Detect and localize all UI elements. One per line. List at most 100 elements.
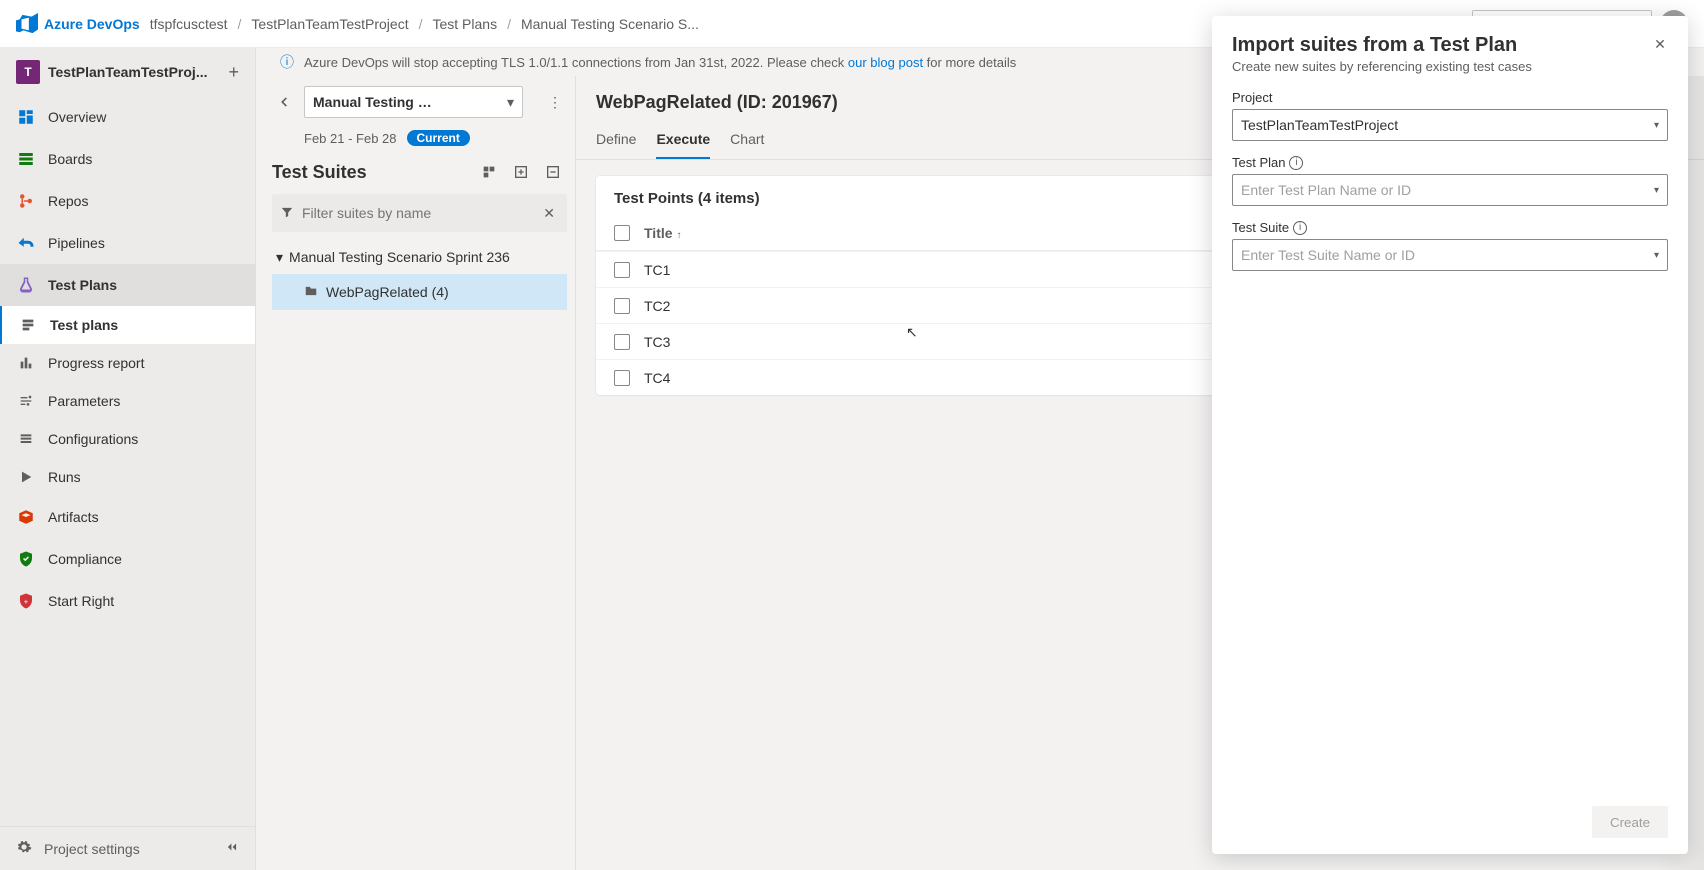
project-picker[interactable]: T TestPlanTeamTestProj... + — [0, 48, 255, 96]
breadcrumb-sep: / — [238, 16, 242, 32]
add-project-icon[interactable]: + — [228, 63, 239, 81]
chevron-down-icon: ▾ — [1654, 185, 1659, 196]
filter-icon — [280, 205, 294, 222]
plan-more-button[interactable]: ⋮ — [543, 86, 567, 118]
clear-filter-icon[interactable]: ✕ — [539, 201, 559, 226]
breadcrumb-project[interactable]: TestPlanTeamTestProject — [251, 16, 408, 32]
sidebar-item-label: Runs — [48, 469, 81, 485]
project-combo-value: TestPlanTeamTestProject — [1241, 117, 1398, 133]
info-bar-link[interactable]: our blog post — [848, 55, 923, 70]
create-button[interactable]: Create — [1592, 806, 1668, 838]
sort-asc-icon: ↑ — [677, 230, 682, 241]
subnav-runs[interactable]: Runs — [0, 458, 255, 496]
runs-icon — [16, 467, 36, 487]
import-suites-flyout: ✕ Import suites from a Test Plan Create … — [1212, 16, 1688, 854]
subnav-configurations[interactable]: Configurations — [0, 420, 255, 458]
chevron-down-icon: ▾ — [1654, 250, 1659, 261]
sidebar-item-label: Repos — [48, 193, 88, 209]
suite-root-item[interactable]: ▾ Manual Testing Scenario Sprint 236 — [272, 240, 567, 274]
folder-icon — [304, 284, 318, 301]
test-suite-field-label: Test Suite i — [1232, 220, 1668, 235]
back-button[interactable] — [272, 90, 296, 114]
row-checkbox[interactable] — [614, 370, 630, 386]
chevron-down-icon: ▾ — [507, 94, 514, 111]
sidebar-item-test-plans[interactable]: Test Plans — [0, 264, 255, 306]
breadcrumb-sep: / — [507, 16, 511, 32]
sidebar: T TestPlanTeamTestProj... + Overview Boa… — [0, 48, 256, 870]
row-checkbox[interactable] — [614, 262, 630, 278]
sidebar-footer: Project settings — [0, 826, 255, 870]
collapse-sidebar-icon[interactable] — [225, 840, 239, 857]
test-plan-field-label: Test Plan i — [1232, 155, 1668, 170]
project-name-label: TestPlanTeamTestProj... — [48, 64, 208, 80]
repos-icon — [16, 191, 36, 211]
test-suite-placeholder: Enter Test Suite Name or ID — [1241, 247, 1415, 263]
info-icon[interactable]: i — [1293, 221, 1307, 235]
sidebar-item-label: Pipelines — [48, 235, 105, 251]
sidebar-item-pipelines[interactable]: Pipelines — [0, 222, 255, 264]
sidebar-item-label: Artifacts — [48, 509, 99, 525]
tab-define[interactable]: Define — [596, 121, 636, 159]
sidebar-item-artifacts[interactable]: Artifacts — [0, 496, 255, 538]
parameters-icon — [16, 391, 36, 411]
progress-report-icon — [16, 353, 36, 373]
sidebar-item-compliance[interactable]: Compliance — [0, 538, 255, 580]
project-combobox[interactable]: TestPlanTeamTestProject ▾ — [1232, 109, 1668, 141]
subnav-test-plans[interactable]: Test plans — [0, 306, 255, 344]
brand-link[interactable]: Azure DevOps — [44, 16, 140, 32]
sidebar-item-repos[interactable]: Repos — [0, 180, 255, 222]
subnav-progress-report[interactable]: Progress report — [0, 344, 255, 382]
flyout-subtitle: Create new suites by referencing existin… — [1232, 59, 1668, 74]
breadcrumb-org[interactable]: tfspfcusctest — [150, 16, 228, 32]
sidebar-item-label: Parameters — [48, 393, 120, 409]
project-settings-link[interactable]: Project settings — [16, 839, 140, 858]
test-plan-placeholder: Enter Test Plan Name or ID — [1241, 182, 1411, 198]
close-flyout-button[interactable]: ✕ — [1646, 30, 1674, 58]
sidebar-item-label: Test Plans — [48, 277, 117, 293]
expand-all-icon[interactable] — [475, 158, 503, 186]
add-suite-icon[interactable] — [507, 158, 535, 186]
breadcrumb-area[interactable]: Test Plans — [432, 16, 497, 32]
sidebar-item-label: Compliance — [48, 551, 122, 567]
breadcrumb-current: Manual Testing Scenario S... — [521, 16, 699, 32]
sidebar-item-start-right[interactable]: + Start Right — [0, 580, 255, 622]
plan-date-range: Feb 21 - Feb 28 — [304, 131, 397, 146]
test-plans-icon — [16, 275, 36, 295]
suite-filter[interactable]: ✕ — [272, 194, 567, 232]
row-checkbox[interactable] — [614, 334, 630, 350]
plan-name-label: Manual Testing S... — [313, 94, 433, 110]
suite-child-item[interactable]: WebPagRelated (4) — [272, 274, 567, 310]
gear-icon — [16, 839, 32, 858]
compliance-icon — [16, 549, 36, 569]
suite-filter-input[interactable] — [300, 204, 539, 222]
suites-title: Test Suites — [272, 162, 367, 183]
sidebar-item-label: Start Right — [48, 593, 114, 609]
test-suite-combobox[interactable]: Enter Test Suite Name or ID ▾ — [1232, 239, 1668, 271]
sidebar-item-overview[interactable]: Overview — [0, 96, 255, 138]
tab-execute[interactable]: Execute — [656, 121, 710, 159]
select-all-checkbox[interactable] — [614, 225, 630, 241]
project-field-label: Project — [1232, 90, 1668, 105]
test-plan-dropdown[interactable]: Manual Testing S... ▾ — [304, 86, 523, 118]
test-plan-combobox[interactable]: Enter Test Plan Name or ID ▾ — [1232, 174, 1668, 206]
project-settings-label: Project settings — [44, 841, 140, 857]
tab-chart[interactable]: Chart — [730, 121, 764, 159]
project-initial-icon: T — [16, 60, 40, 84]
info-text: Azure DevOps will stop accepting TLS 1.0… — [304, 55, 1016, 70]
remove-suite-icon[interactable] — [539, 158, 567, 186]
info-icon[interactable]: i — [1289, 156, 1303, 170]
boards-icon — [16, 149, 36, 169]
test-plans-sub-icon — [18, 315, 38, 335]
chevron-down-icon: ▾ — [1654, 120, 1659, 131]
test-plans-subnav: Test plans Progress report Parameters Co… — [0, 306, 255, 496]
pipelines-icon — [16, 233, 36, 253]
breadcrumb: tfspfcusctest / TestPlanTeamTestProject … — [150, 16, 699, 32]
suite-root-label: Manual Testing Scenario Sprint 236 — [289, 249, 510, 265]
sidebar-item-boards[interactable]: Boards — [0, 138, 255, 180]
subnav-parameters[interactable]: Parameters — [0, 382, 255, 420]
flyout-title: Import suites from a Test Plan — [1232, 34, 1668, 57]
start-right-icon: + — [16, 591, 36, 611]
row-checkbox[interactable] — [614, 298, 630, 314]
breadcrumb-sep: / — [419, 16, 423, 32]
suite-tree: ▾ Manual Testing Scenario Sprint 236 Web… — [272, 240, 567, 310]
